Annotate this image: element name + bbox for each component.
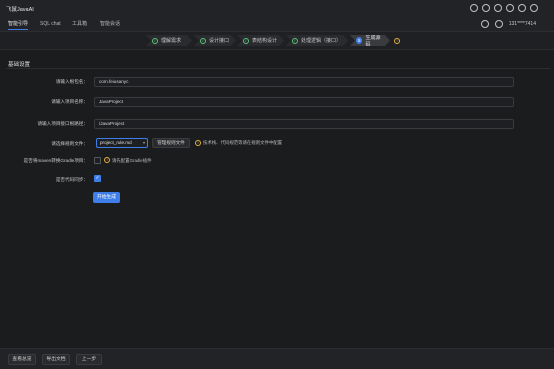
check-icon: ✓ — [153, 37, 157, 43]
warning-icon[interactable]: ! — [394, 38, 400, 44]
info-icon: ! — [195, 140, 201, 146]
help-icon[interactable] — [494, 4, 502, 12]
gradle-hint: 请先配置Gradle插件 — [112, 158, 152, 163]
info-icon: ! — [104, 157, 110, 163]
sync-label: 是否代码同步： — [55, 177, 88, 182]
nav-tabs: 智能引导 SQL chat 工具箱 智能会话 131****7414 — [0, 18, 554, 32]
project-path-input[interactable]: /JavaProject — [94, 119, 514, 129]
step-design-api[interactable]: ✓ 设计接口 — [194, 35, 236, 46]
footer-bar: 查看总览 导出文档 上一步 — [0, 348, 554, 369]
app-title: 飞鼠JavaAI — [6, 7, 34, 13]
progress-stepper: ✓ 理解需求 ✓ 设计接口 ✓ 表结构设计 ✓ 处理逻辑（接口） 5 生成源码 … — [0, 32, 554, 50]
expand-icon[interactable] — [530, 4, 538, 12]
view-overview-button[interactable]: 查看总览 — [8, 354, 36, 365]
step-generate-source[interactable]: 5 生成源码 — [350, 35, 390, 46]
rule-file-value: project_rule.md — [100, 140, 132, 145]
avatar[interactable] — [494, 20, 503, 28]
rule-file-select[interactable]: project_rule.md ▾ — [96, 138, 148, 148]
tab-chat[interactable]: 智能会话 — [100, 20, 120, 30]
step-label: 生成源码 — [365, 34, 381, 48]
start-generate-button[interactable]: 开始生成 — [93, 192, 120, 203]
manage-rules-button[interactable]: 管理规则文件 — [152, 138, 190, 148]
rule-hint: 技术栈、代码规范等请在规则文件中配置 — [203, 140, 283, 145]
section-divider — [6, 68, 550, 69]
section-title: 基础设置 — [8, 62, 31, 68]
refresh-icon[interactable] — [506, 4, 514, 12]
project-name-input[interactable]: JavaProject — [94, 97, 514, 107]
tab-sql-chat[interactable]: SQL chat — [40, 20, 61, 30]
step-understand-requirements[interactable]: ✓ 理解需求 — [146, 35, 192, 46]
gradle-checkbox[interactable] — [94, 157, 101, 164]
package-label: 请输入根包名： — [55, 79, 88, 84]
step-label: 设计接口 — [209, 38, 230, 44]
title-bar-icons — [470, 4, 538, 12]
step-number: 5 — [357, 38, 361, 43]
package-input[interactable]: com.feiusanyc — [94, 77, 514, 87]
github-icon[interactable] — [470, 4, 478, 12]
gradle-label: 是否将maven转换Gradle项目： — [23, 158, 88, 163]
add-icon[interactable] — [480, 20, 489, 28]
export-docs-button[interactable]: 导出文档 — [42, 354, 70, 365]
title-bar: 飞鼠JavaAI — [0, 0, 554, 18]
previous-step-button[interactable]: 上一步 — [76, 354, 102, 365]
sync-checkbox[interactable]: ✓ — [94, 175, 101, 182]
tab-guide[interactable]: 智能引导 — [8, 20, 29, 30]
check-icon: ✓ — [244, 37, 248, 43]
check-icon: ✓ — [293, 37, 297, 43]
project-name-label: 请输入项目名称： — [51, 99, 88, 104]
step-label: 表结构设计 — [252, 38, 278, 44]
history-icon[interactable] — [482, 4, 490, 12]
rule-file-label: 请选择规则文件： — [51, 141, 88, 146]
step-table-design[interactable]: ✓ 表结构设计 — [237, 35, 284, 46]
user-account[interactable]: 131****7414 — [509, 21, 536, 27]
step-processing-logic[interactable]: ✓ 处理逻辑（接口） — [286, 35, 348, 46]
settings-icon[interactable] — [518, 4, 526, 12]
project-path-label: 请输入项目接口根路径： — [37, 121, 88, 126]
chevron-down-icon: ▾ — [142, 140, 145, 145]
step-label: 处理逻辑（接口） — [301, 38, 342, 44]
check-icon: ✓ — [201, 37, 205, 43]
tab-toolbox[interactable]: 工具箱 — [72, 20, 87, 30]
step-label: 理解需求 — [161, 38, 182, 44]
nav-right: 131****7414 — [480, 20, 536, 28]
